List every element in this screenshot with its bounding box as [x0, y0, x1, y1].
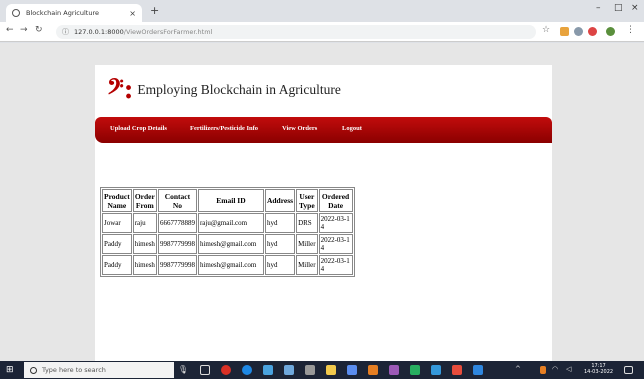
cell-product-name: Paddy: [102, 255, 132, 275]
new-tab-button[interactable]: +: [150, 4, 159, 18]
app-icon[interactable]: [284, 365, 294, 375]
taskbar-search-placeholder: Type here to search: [42, 366, 106, 374]
app-icon[interactable]: [452, 365, 462, 375]
cell-product-name: Jowar: [102, 213, 132, 233]
cell-contact-no: 6667778889: [157, 213, 197, 233]
page-viewport: 𝄢: Employing Blockchain in Agriculture U…: [0, 43, 644, 361]
app-icon[interactable]: [263, 365, 273, 375]
app-icon[interactable]: [410, 365, 420, 375]
cell-address: hyd: [264, 213, 296, 233]
address-url: 127.0.0.1:8000/ViewOrdersForFarmer.html: [74, 28, 212, 36]
globe-icon: [12, 9, 20, 17]
cell-email-id: himesh@gmail.com: [197, 255, 264, 275]
orders-table: Product Name Order From Contact No Email ID…: [100, 187, 355, 277]
url-path: /ViewOrdersForFarmer.html: [123, 28, 213, 36]
app-icon[interactable]: [389, 365, 399, 375]
profile-avatar-icon[interactable]: [606, 27, 615, 36]
tab-close-button[interactable]: ×: [129, 9, 136, 18]
cell-email-id: himesh@gmail.com: [197, 234, 264, 254]
page-container: 𝄢: Employing Blockchain in Agriculture U…: [95, 65, 552, 361]
edge-icon[interactable]: [242, 365, 252, 375]
nav-upload-crop-details[interactable]: Upload Crop Details: [110, 125, 167, 132]
app-icon[interactable]: [431, 365, 441, 375]
site-title: Employing Blockchain in Agriculture: [137, 82, 341, 97]
cell-order-from: himesh: [132, 234, 157, 254]
bookmark-star-icon[interactable]: ☆: [542, 25, 550, 35]
browser-tab[interactable]: Blockchain Agriculture ×: [6, 4, 142, 22]
cell-ordered-date: 2022-03-14: [318, 234, 353, 254]
nav-logout[interactable]: Logout: [342, 125, 362, 132]
nav-fertilizers-pesticide-info[interactable]: Fertilizers/Pesticide Info: [190, 125, 258, 132]
file-explorer-icon[interactable]: [326, 365, 336, 375]
cell-contact-no: 9987779998: [157, 234, 197, 254]
tray-app-icon[interactable]: [540, 366, 546, 374]
clock-date: 14-03-2022: [584, 369, 614, 375]
tab-title: Blockchain Agriculture: [26, 9, 99, 17]
back-arrow-icon[interactable]: ←: [6, 25, 14, 35]
tray-chevron-icon[interactable]: ^: [515, 365, 525, 375]
col-ordered-date: Ordered Date: [318, 189, 353, 212]
forward-arrow-icon[interactable]: →: [20, 25, 28, 35]
browser-menu-icon[interactable]: ⋮: [626, 25, 635, 35]
extension-icon[interactable]: [588, 27, 597, 36]
url-host: 127.0.0.1:8000: [74, 28, 124, 36]
cell-product-name: Paddy: [102, 234, 132, 254]
extension-icon[interactable]: [574, 27, 583, 36]
browser-tab-strip: Blockchain Agriculture × + – □ ×: [0, 0, 644, 22]
extension-icon[interactable]: [560, 27, 569, 36]
nav-view-orders[interactable]: View Orders: [282, 125, 317, 132]
col-product-name: Product Name: [102, 189, 132, 212]
taskbar-search-box[interactable]: Type here to search: [24, 362, 174, 378]
col-email-id: Email ID: [197, 189, 264, 212]
cell-order-from: himesh: [132, 255, 157, 275]
cortana-circle-icon: [30, 366, 37, 374]
reload-icon[interactable]: ↻: [35, 25, 43, 35]
chrome-icon[interactable]: [221, 365, 231, 375]
cell-contact-no: 9987779998: [157, 255, 197, 275]
windows-start-icon[interactable]: ⊞: [6, 365, 14, 375]
browser-toolbar: ← → ↻ ⓘ 127.0.0.1:8000/ViewOrdersForFarm…: [0, 22, 644, 42]
address-bar[interactable]: ⓘ 127.0.0.1:8000/ViewOrdersForFarmer.htm…: [56, 25, 536, 39]
site-logo: 𝄢:: [107, 75, 134, 105]
app-icon[interactable]: [473, 365, 483, 375]
cell-email-id: raju@gmail.com: [197, 213, 264, 233]
cell-user-type: Miller: [296, 234, 318, 254]
table-row: Jowar raju 6667778889 raju@gmail.com hyd…: [102, 213, 353, 233]
microphone-icon[interactable]: 🎙: [178, 365, 188, 375]
table-header-row: Product Name Order From Contact No Email ID…: [102, 189, 353, 212]
wifi-icon[interactable]: ◠: [552, 365, 562, 375]
app-icon[interactable]: [368, 365, 378, 375]
app-icon[interactable]: [347, 365, 357, 375]
taskbar-clock[interactable]: 17:17 14-03-2022: [584, 363, 613, 375]
col-user-type: User Type: [296, 189, 318, 212]
table-row: Paddy himesh 9987779998 himesh@gmail.com…: [102, 255, 353, 275]
col-order-from: Order From: [132, 189, 157, 212]
site-header: 𝄢: Employing Blockchain in Agriculture: [95, 65, 552, 115]
task-view-icon[interactable]: [200, 365, 210, 375]
cell-address: hyd: [264, 255, 296, 275]
cell-ordered-date: 2022-03-14: [318, 255, 353, 275]
cell-ordered-date: 2022-03-14: [318, 213, 353, 233]
taskbar: ⊞ Type here to search 🎙 ^ ◠ ◁ 17:17 14-0…: [0, 361, 644, 379]
close-window-button[interactable]: ×: [631, 3, 639, 13]
minimize-button[interactable]: –: [596, 3, 601, 13]
cell-address: hyd: [264, 234, 296, 254]
notification-icon[interactable]: [624, 366, 633, 374]
col-contact-no: Contact No: [157, 189, 197, 212]
cell-order-from: raju: [132, 213, 157, 233]
table-row: Paddy himesh 9987779998 himesh@gmail.com…: [102, 234, 353, 254]
info-icon[interactable]: ⓘ: [62, 27, 69, 37]
maximize-button[interactable]: □: [614, 3, 623, 13]
cell-user-type: DRS: [296, 213, 318, 233]
volume-icon[interactable]: ◁: [566, 365, 576, 375]
app-icon[interactable]: [305, 365, 315, 375]
cell-user-type: Miller: [296, 255, 318, 275]
col-address: Address: [264, 189, 296, 212]
nav-menu: Upload Crop Details Fertilizers/Pesticid…: [95, 117, 552, 143]
